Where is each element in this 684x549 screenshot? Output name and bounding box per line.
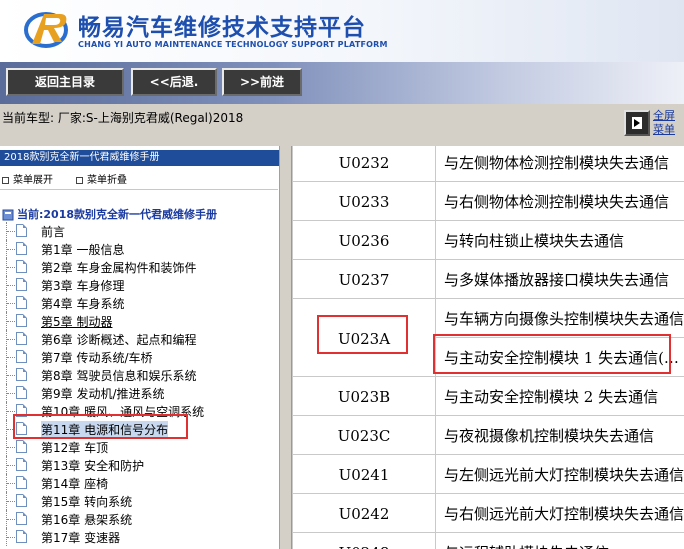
panel-splitter[interactable] bbox=[284, 146, 292, 549]
tree-item-ch9[interactable]: 第9章 发动机/推进系统 bbox=[0, 384, 280, 402]
divider bbox=[0, 189, 278, 190]
document-icon bbox=[16, 386, 27, 399]
expand-icon bbox=[2, 176, 9, 184]
dtc-description: 与多媒体播放器接口模块失去通信 bbox=[435, 259, 684, 299]
header: 畅易汽车维修技术支持平台 CHANG YI AUTO MAINTENANCE T… bbox=[0, 0, 684, 62]
back-to-main-button[interactable]: 返回主目录 bbox=[6, 68, 124, 96]
tree-root[interactable]: 当前:2018款别克全新一代君威维修手册 bbox=[2, 206, 217, 222]
dtc-description: 与转向柱锁止模块失去通信 bbox=[435, 220, 684, 260]
expand-menu-button[interactable]: 菜单展开 bbox=[2, 171, 53, 186]
tree-item-ch6[interactable]: 第6章 诊断概述、起点和编程 bbox=[0, 330, 280, 348]
fullscreen-menu-icon[interactable] bbox=[624, 110, 650, 136]
toolbar: 返回主目录 <<后退. >>前进 bbox=[0, 62, 684, 104]
tree-item-ch5[interactable]: 第5章 制动器 bbox=[0, 312, 280, 330]
current-vehicle-text: 当前车型: 厂家:S-上海别克君威(Regal)2018 bbox=[2, 111, 244, 125]
tree-item-ch4[interactable]: 第4章 车身系统 bbox=[0, 294, 280, 312]
document-icon bbox=[16, 296, 27, 309]
tree-item-ch13[interactable]: 第13章 安全和防护 bbox=[0, 456, 280, 474]
chapter-tree: 前言 第1章 一般信息 第2章 车身金属构件和装饰件 第3章 车身修理 第4章 … bbox=[0, 222, 280, 546]
collapse-menu-label: 菜单折叠 bbox=[87, 175, 127, 186]
dtc-description: 与右侧物体检测控制模块失去通信 bbox=[435, 181, 684, 221]
brand-subtitle: CHANG YI AUTO MAINTENANCE TECHNOLOGY SUP… bbox=[78, 40, 388, 49]
table-row: U0233 与右侧物体检测控制模块失去通信 bbox=[292, 181, 684, 221]
back-button[interactable]: <<后退. bbox=[131, 68, 217, 96]
brand-title: 畅易汽车维修技术支持平台 bbox=[78, 15, 366, 41]
fullscreen-menu-link[interactable]: 全屏菜单 bbox=[653, 109, 683, 137]
manual-title: 2018款别克全新一代君威维修手册 bbox=[0, 150, 280, 166]
dtc-code[interactable]: U0237 bbox=[292, 259, 436, 299]
document-icon bbox=[16, 368, 27, 381]
dtc-code[interactable]: U0233 bbox=[292, 181, 436, 221]
expand-menu-label: 菜单展开 bbox=[13, 175, 53, 186]
tree-item-ch16[interactable]: 第16章 悬架系统 bbox=[0, 510, 280, 528]
document-icon bbox=[16, 332, 27, 345]
dtc-code[interactable]: U023B bbox=[292, 376, 436, 416]
book-icon bbox=[2, 209, 14, 221]
tree-item-ch7[interactable]: 第7章 传动系统/车桥 bbox=[0, 348, 280, 366]
tree-item-ch15[interactable]: 第15章 转向系统 bbox=[0, 492, 280, 510]
table-row: U0241 与左侧远光前大灯控制模块失去通信 bbox=[292, 454, 684, 494]
highlight-box-chapter bbox=[13, 414, 188, 439]
highlight-box-code bbox=[317, 315, 408, 354]
document-icon bbox=[16, 242, 27, 255]
document-icon bbox=[16, 512, 27, 525]
dtc-description: 与车辆方向摄像头控制模块失去通信 bbox=[435, 298, 684, 338]
dtc-code[interactable]: U023C bbox=[292, 415, 436, 455]
tree-item-ch3[interactable]: 第3章 车身修理 bbox=[0, 276, 280, 294]
dtc-description: 与左侧远光前大灯控制模块失去通信 bbox=[435, 454, 684, 494]
dtc-code[interactable]: U0241 bbox=[292, 454, 436, 494]
table-row: U023B 与主动安全控制模块 2 失去通信 bbox=[292, 376, 684, 416]
menu-toggle-bar: 菜单展开 菜单折叠 bbox=[0, 170, 280, 186]
tree-item-preface[interactable]: 前言 bbox=[0, 222, 280, 240]
document-icon bbox=[16, 458, 27, 471]
dtc-description: 与远程辅助模块失去通信 bbox=[435, 532, 684, 549]
forward-button[interactable]: >>前进 bbox=[222, 68, 302, 96]
table-row: U0232 与左侧物体检测控制模块失去通信 bbox=[292, 146, 684, 182]
logo-icon bbox=[24, 12, 68, 48]
dtc-code[interactable]: U0242 bbox=[292, 493, 436, 533]
document-icon bbox=[16, 224, 27, 237]
document-icon bbox=[16, 260, 27, 273]
table-row: U0237 与多媒体播放器接口模块失去通信 bbox=[292, 259, 684, 299]
tree-item-ch8[interactable]: 第8章 驾驶员信息和娱乐系统 bbox=[0, 366, 280, 384]
highlight-box-description bbox=[433, 334, 671, 374]
tree-root-label: 当前:2018款别克全新一代君威维修手册 bbox=[17, 208, 218, 221]
collapse-icon bbox=[76, 176, 83, 184]
tree-item-ch14[interactable]: 第14章 座椅 bbox=[0, 474, 280, 492]
dtc-code[interactable]: U0236 bbox=[292, 220, 436, 260]
tree-panel: 2018款别克全新一代君威维修手册 菜单展开 菜单折叠 当前:2018款别克全新… bbox=[0, 146, 284, 549]
table-row: U0242 与右侧远光前大灯控制模块失去通信 bbox=[292, 493, 684, 533]
document-icon bbox=[16, 494, 27, 507]
document-icon bbox=[16, 530, 27, 543]
vehicle-bar: 当前车型: 厂家:S-上海别克君威(Regal)2018 bbox=[0, 104, 684, 146]
dtc-description: 与左侧物体检测控制模块失去通信 bbox=[435, 146, 684, 182]
dtc-description: 与夜视摄像机控制模块失去通信 bbox=[435, 415, 684, 455]
table-row: U023C 与夜视摄像机控制模块失去通信 bbox=[292, 415, 684, 455]
document-icon bbox=[16, 350, 27, 363]
tree-item-ch17[interactable]: 第17章 变速器 bbox=[0, 528, 280, 546]
document-icon bbox=[16, 314, 27, 327]
dtc-code[interactable]: U0232 bbox=[292, 146, 436, 182]
dtc-description: 与右侧远光前大灯控制模块失去通信 bbox=[435, 493, 684, 533]
document-icon bbox=[16, 476, 27, 489]
document-icon bbox=[16, 278, 27, 291]
dtc-description: 与主动安全控制模块 2 失去通信 bbox=[435, 376, 684, 416]
dtc-code[interactable]: U0248 bbox=[292, 532, 436, 549]
tree-item-ch12[interactable]: 第12章 车顶 bbox=[0, 438, 280, 456]
table-row: U0248 与远程辅助模块失去通信 bbox=[292, 532, 684, 549]
document-icon bbox=[16, 440, 27, 453]
collapse-menu-button[interactable]: 菜单折叠 bbox=[76, 171, 127, 186]
tree-item-ch2[interactable]: 第2章 车身金属构件和装饰件 bbox=[0, 258, 280, 276]
table-row: U0236 与转向柱锁止模块失去通信 bbox=[292, 220, 684, 260]
tree-item-ch1[interactable]: 第1章 一般信息 bbox=[0, 240, 280, 258]
